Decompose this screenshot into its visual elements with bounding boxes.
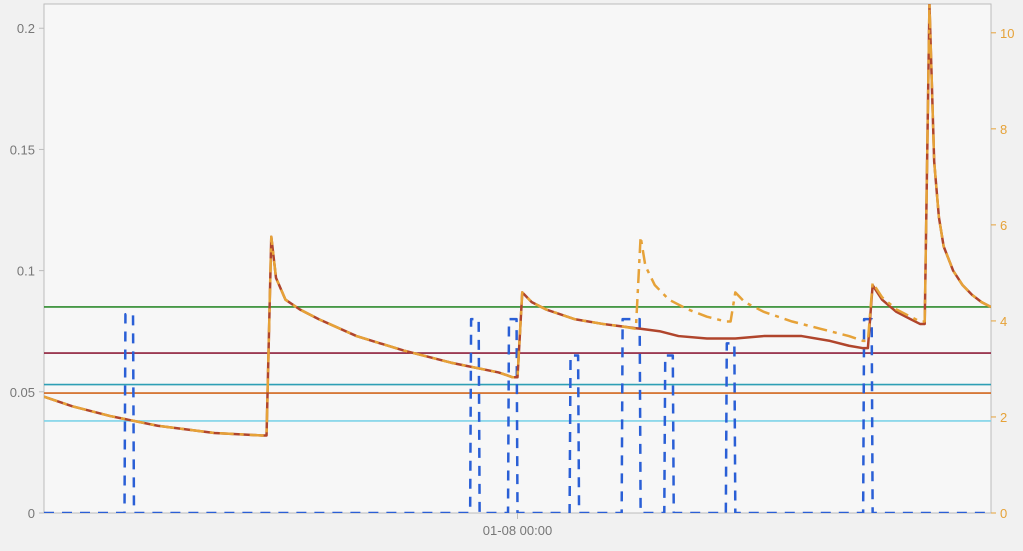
x-tick-label: 01-08 00:00 <box>483 523 552 538</box>
y-right-tick-label: 6 <box>1000 218 1007 233</box>
y-left-tick-label: 0.05 <box>10 385 35 400</box>
y-right-tick-label: 2 <box>1000 410 1007 425</box>
y-right-tick-label: 8 <box>1000 122 1007 137</box>
y-right-tick-label: 0 <box>1000 506 1007 521</box>
y-right-tick-label: 4 <box>1000 314 1007 329</box>
y-left-tick-label: 0 <box>28 506 35 521</box>
chart-svg: 0 0.05 0.1 0.15 0.2 0 2 4 6 8 10 01-08 00:00 <box>0 0 1023 551</box>
plot-area <box>44 4 991 513</box>
y-left-tick-label: 0.2 <box>17 21 35 36</box>
y-right-tick-label: 10 <box>1000 26 1014 41</box>
y-left-tick-label: 0.15 <box>10 142 35 157</box>
chart-container: 0 0.05 0.1 0.15 0.2 0 2 4 6 8 10 01-08 00:00 <box>0 0 1023 551</box>
y-left-tick-label: 0.1 <box>17 264 35 279</box>
